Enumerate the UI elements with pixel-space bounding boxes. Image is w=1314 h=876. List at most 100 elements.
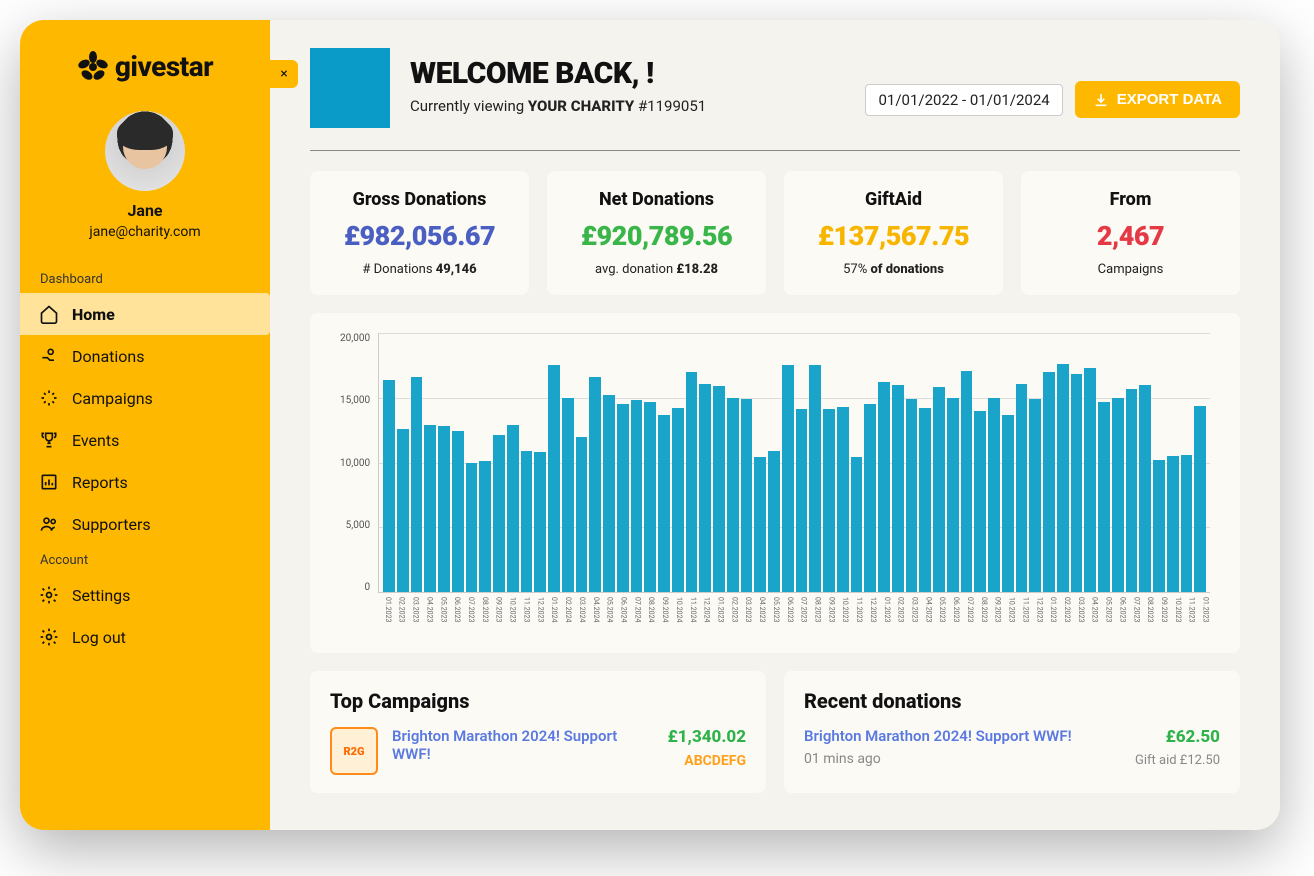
close-sidebar-button[interactable]: × (270, 60, 298, 88)
x-tick: 08.2023 (976, 597, 988, 639)
x-tick: 09.2023 (990, 597, 1002, 639)
sidebar-item-supporters[interactable]: Supporters (20, 503, 270, 545)
sidebar-item-home[interactable]: Home (20, 293, 270, 335)
x-tick: 10.2023 (1170, 597, 1182, 639)
brand-logo: givestar (20, 40, 270, 103)
donation-row[interactable]: Brighton Marathon 2024! Support WWF! 01 … (804, 727, 1220, 768)
sidebar-item-donations[interactable]: Donations (20, 335, 270, 377)
donation-amount: £62.50 (1135, 727, 1220, 747)
x-tick: 06.2023 (782, 597, 794, 639)
profile-block: Jane jane@charity.com (20, 103, 270, 264)
sidebar-item-label: Settings (72, 586, 130, 605)
x-tick: 02.2023 (394, 597, 406, 639)
sidebar-item-events[interactable]: Events (20, 419, 270, 461)
sidebar-item-reports[interactable]: Reports (20, 461, 270, 503)
campaign-row[interactable]: R2G Brighton Marathon 2024! Support WWF!… (330, 727, 746, 775)
x-tick: 08.2023 (1142, 597, 1154, 639)
campaign-name: Brighton Marathon 2024! Support WWF! (392, 727, 654, 763)
bar (452, 431, 464, 592)
x-tick: 01.2024 (546, 597, 558, 639)
sidebar-item-logout[interactable]: Log out (20, 616, 270, 658)
x-tick: 03.2023 (740, 597, 752, 639)
stat-gross: Gross Donations £982,056.67 # Donations … (310, 171, 529, 295)
x-tick: 03.2024 (574, 597, 586, 639)
chart-card: 20,00015,00010,0005,0000 01.202302.20230… (310, 313, 1240, 653)
sidebar: givestar Jane jane@charity.com Dashboard… (20, 20, 270, 830)
brand-name: givestar (115, 50, 213, 83)
x-tick: 10.2023 (837, 597, 849, 639)
bar (479, 461, 491, 592)
bar (1016, 384, 1028, 592)
bar (548, 365, 560, 592)
bar (1002, 415, 1014, 592)
bar (1084, 368, 1096, 592)
top-campaigns-panel: Top Campaigns R2G Brighton Marathon 2024… (310, 671, 766, 793)
x-tick: 03.2023 (408, 597, 420, 639)
x-tick: 10.2024 (671, 597, 683, 639)
bar (1126, 389, 1138, 592)
bar (961, 371, 973, 592)
chart-x-axis: 01.202302.202303.202304.202305.202306.20… (380, 597, 1210, 639)
x-tick: 08.2023 (477, 597, 489, 639)
stat-title: From (1033, 189, 1228, 210)
bar (562, 398, 574, 592)
profile-email: jane@charity.com (89, 224, 200, 240)
bar (576, 437, 588, 592)
stat-net: Net Donations £920,789.56 avg. donation … (547, 171, 766, 295)
bar (383, 380, 395, 592)
page-subtitle: Currently viewing YOUR CHARITY #1199051 (410, 97, 845, 115)
date-range-picker[interactable]: 01/01/2022 - 01/01/2024 (865, 84, 1062, 116)
download-icon (1093, 92, 1109, 108)
bar (741, 399, 753, 592)
donation-giftaid: Gift aid £12.50 (1135, 753, 1220, 768)
bar (988, 398, 1000, 592)
stat-value: £137,567.75 (796, 220, 991, 252)
x-tick: 07.2024 (629, 597, 641, 639)
nav-section-account: Account (20, 545, 270, 574)
sparkle-icon (38, 387, 60, 409)
bar (823, 409, 835, 592)
bar (906, 399, 918, 592)
page-title: WELCOME BACK, ! (410, 56, 845, 91)
bar (1181, 455, 1193, 592)
x-tick: 05.2023 (934, 597, 946, 639)
sidebar-item-campaigns[interactable]: Campaigns (20, 377, 270, 419)
sidebar-item-label: Donations (72, 347, 145, 366)
x-tick: 01.2023 (1045, 597, 1057, 639)
bar (493, 435, 505, 592)
bar (1029, 399, 1041, 592)
x-tick: 03.2023 (1073, 597, 1085, 639)
nav-section-dashboard: Dashboard (20, 264, 270, 293)
donation-time: 01 mins ago (804, 751, 1121, 767)
bar (672, 408, 684, 592)
stat-value: £982,056.67 (322, 220, 517, 252)
x-tick: 06.2023 (449, 597, 461, 639)
bar (534, 452, 546, 592)
bar (1043, 372, 1055, 592)
stat-sub: # Donations 49,146 (322, 262, 517, 277)
x-tick: 04.2023 (921, 597, 933, 639)
x-tick: 01.2023 (879, 597, 891, 639)
logout-icon (38, 626, 60, 648)
y-tick: 0 (364, 582, 370, 593)
y-tick: 10,000 (340, 458, 370, 469)
bar (878, 382, 890, 592)
recent-donations-panel: Recent donations Brighton Marathon 2024!… (784, 671, 1240, 793)
x-tick: 12.2023 (532, 597, 544, 639)
x-tick: 02.2024 (560, 597, 572, 639)
bar (768, 451, 780, 592)
bar (837, 407, 849, 592)
sidebar-item-settings[interactable]: Settings (20, 574, 270, 616)
bar (658, 415, 670, 592)
x-tick: 05.2023 (1101, 597, 1113, 639)
export-button[interactable]: EXPORT DATA (1075, 81, 1240, 118)
x-tick: 05.2023 (768, 597, 780, 639)
stat-sub: 57% of donations (796, 262, 991, 277)
subtitle-id: #1199051 (634, 97, 706, 115)
sidebar-item-label: Events (72, 431, 119, 450)
gear-icon (38, 584, 60, 606)
bar (424, 425, 436, 592)
x-tick: 09.2023 (491, 597, 503, 639)
bar (1112, 398, 1124, 592)
x-tick: 09.2023 (1156, 597, 1168, 639)
